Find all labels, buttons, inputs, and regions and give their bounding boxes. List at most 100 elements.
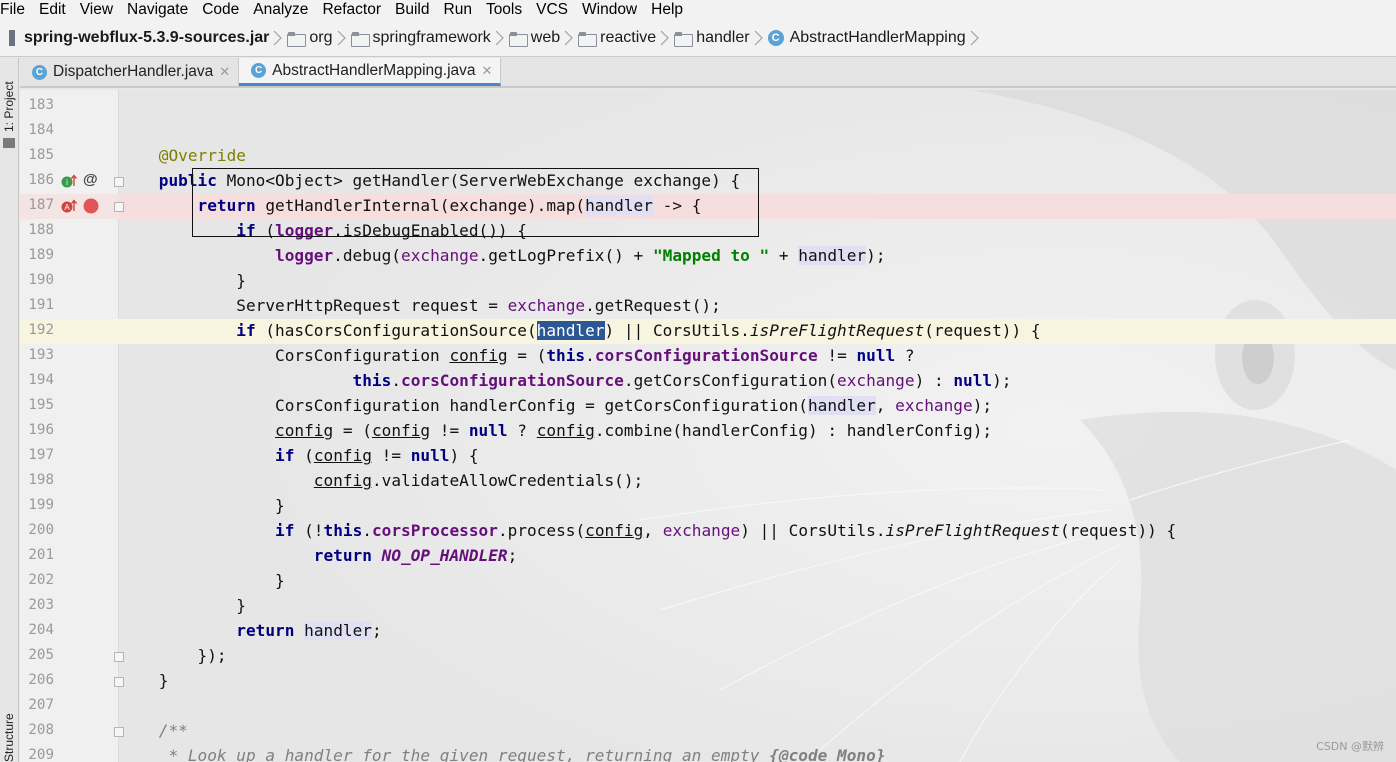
breadcrumb-package-handler[interactable]: handler	[674, 29, 767, 47]
code-line-194: this.corsConfigurationSource.getCorsConf…	[352, 371, 1012, 390]
line-number: 183	[28, 97, 54, 113]
line-number: 188	[28, 222, 54, 238]
breakpoint-icon[interactable]	[83, 198, 99, 214]
code-line-205: });	[197, 646, 227, 665]
line-number: 196	[28, 422, 54, 438]
breadcrumb-jar-label: spring-webflux-5.3.9-sources.jar	[24, 29, 270, 46]
menu-file[interactable]: File	[0, 1, 33, 19]
line-number: 200	[28, 522, 54, 538]
code-line-190: }	[236, 271, 246, 290]
menu-window[interactable]: Window	[576, 1, 645, 19]
line-number: 194	[28, 372, 54, 388]
breadcrumb-package-org[interactable]: org	[287, 29, 350, 47]
menu-navigate[interactable]: Navigate	[121, 1, 196, 19]
breadcrumb-label: handler	[696, 29, 750, 46]
menu-build[interactable]: Build	[389, 1, 437, 19]
menu-view[interactable]: View	[74, 1, 121, 19]
jar-icon	[6, 29, 18, 47]
code-line-201: return NO_OP_HANDLER;	[313, 546, 518, 565]
line-number: 199	[28, 497, 54, 513]
breadcrumb-label: AbstractHandlerMapping	[789, 29, 966, 46]
code-line-204: return handler;	[236, 621, 382, 640]
close-icon[interactable]: ✕	[219, 64, 230, 80]
line-number: 205	[28, 647, 54, 663]
chevron-right-icon	[337, 30, 346, 46]
breadcrumb-label: reactive	[600, 29, 657, 46]
menu-edit[interactable]: Edit	[33, 1, 74, 19]
code-line-197: if (config != null) {	[275, 446, 479, 465]
line-number: 197	[28, 447, 54, 463]
line-number: 202	[28, 572, 54, 588]
editor-tab-bar: C DispatcherHandler.java ✕ C AbstractHan…	[20, 58, 1396, 88]
line-number: 189	[28, 247, 54, 263]
breadcrumb-package-springframework[interactable]: springframework	[350, 29, 509, 47]
code-line-196: config = (config != null ? config.combin…	[275, 421, 993, 440]
breadcrumb-package-web[interactable]: web	[508, 29, 578, 47]
line-number: 185	[28, 147, 54, 163]
chevron-right-icon	[564, 30, 574, 46]
line-number: 195	[28, 397, 54, 413]
folder-icon	[674, 31, 694, 47]
class-icon: C	[767, 30, 784, 46]
annotation-rectangle	[192, 168, 759, 237]
code-line-195: CorsConfiguration handlerConfig = getCor…	[275, 396, 993, 415]
chevron-right-icon	[273, 30, 283, 46]
code-line-208: /**	[158, 721, 188, 740]
code-line-192: if (hasCorsConfigurationSource(handler) …	[236, 321, 1041, 340]
breadcrumb-jar[interactable]: spring-webflux-5.3.9-sources.jar	[0, 29, 287, 47]
menu-run[interactable]: Run	[438, 1, 480, 19]
override-icon[interactable]: A	[61, 199, 77, 213]
code-line-200: if (!this.corsProcessor.process(config, …	[275, 521, 1177, 540]
menu-help[interactable]: Help	[645, 1, 691, 19]
svg-text:i: i	[66, 178, 68, 187]
menu-analyze[interactable]: Analyze	[247, 1, 316, 19]
line-number: 209	[28, 747, 54, 762]
breadcrumb-label: springframework	[372, 29, 491, 46]
watermark-text: CSDN @默辨	[1316, 740, 1384, 753]
line-number: 187	[28, 197, 54, 213]
breadcrumb-label: web	[530, 29, 561, 46]
breadcrumb-package-reactive[interactable]: reactive	[578, 29, 674, 47]
line-number: 204	[28, 622, 54, 638]
breadcrumb-class[interactable]: C AbstractHandlerMapping	[767, 29, 984, 47]
structure-tool-button[interactable]: Structure	[2, 698, 18, 762]
line-number: 207	[28, 697, 54, 713]
code-line-209: * Look up a handler for the given reques…	[158, 746, 886, 762]
code-line-199: }	[275, 496, 285, 515]
code-line-193: CorsConfiguration config = (this.corsCon…	[275, 346, 915, 365]
project-tool-button[interactable]: 1: Project	[2, 68, 18, 132]
menu-bar: File Edit View Navigate Code Analyze Ref…	[0, 0, 1396, 20]
breadcrumb-label: org	[309, 29, 333, 46]
breadcrumb: spring-webflux-5.3.9-sources.jar org spr…	[0, 20, 1396, 57]
svg-text:A: A	[64, 203, 70, 212]
code-line-206: }	[158, 671, 169, 690]
chevron-right-icon	[495, 30, 504, 46]
menu-code[interactable]: Code	[196, 1, 247, 19]
folder-icon	[3, 138, 15, 148]
class-icon: C	[32, 64, 47, 80]
line-number: 190	[28, 272, 54, 288]
code-line-189: logger.debug(exchange.getLogPrefix() + "…	[275, 246, 886, 265]
chevron-right-icon	[754, 30, 763, 46]
menu-tools[interactable]: Tools	[480, 1, 530, 19]
menu-vcs[interactable]: VCS	[530, 1, 576, 19]
code-line-202: }	[275, 571, 285, 590]
line-number: 186	[28, 172, 54, 188]
line-number: 184	[28, 122, 54, 138]
folder-icon	[578, 31, 598, 47]
line-number: 208	[28, 722, 54, 738]
class-icon: C	[251, 63, 267, 78]
annotation-at-icon[interactable]: @	[83, 171, 98, 188]
line-number: 198	[28, 472, 54, 488]
folder-icon	[508, 31, 528, 47]
menu-refactor[interactable]: Refactor	[316, 1, 389, 19]
left-tool-strip: 1: Project Structure	[0, 58, 19, 762]
close-icon[interactable]: ✕	[482, 63, 493, 79]
chevron-right-icon	[970, 30, 979, 46]
code-line-191: ServerHttpRequest request = exchange.get…	[236, 296, 721, 315]
line-number: 191	[28, 297, 54, 313]
implements-icon[interactable]: i	[61, 174, 77, 188]
tab-abstracthandlermapping[interactable]: C AbstractHandlerMapping.java ✕	[239, 58, 502, 86]
tab-dispatcherhandler[interactable]: C DispatcherHandler.java ✕	[20, 58, 240, 86]
line-number: 193	[28, 347, 54, 363]
